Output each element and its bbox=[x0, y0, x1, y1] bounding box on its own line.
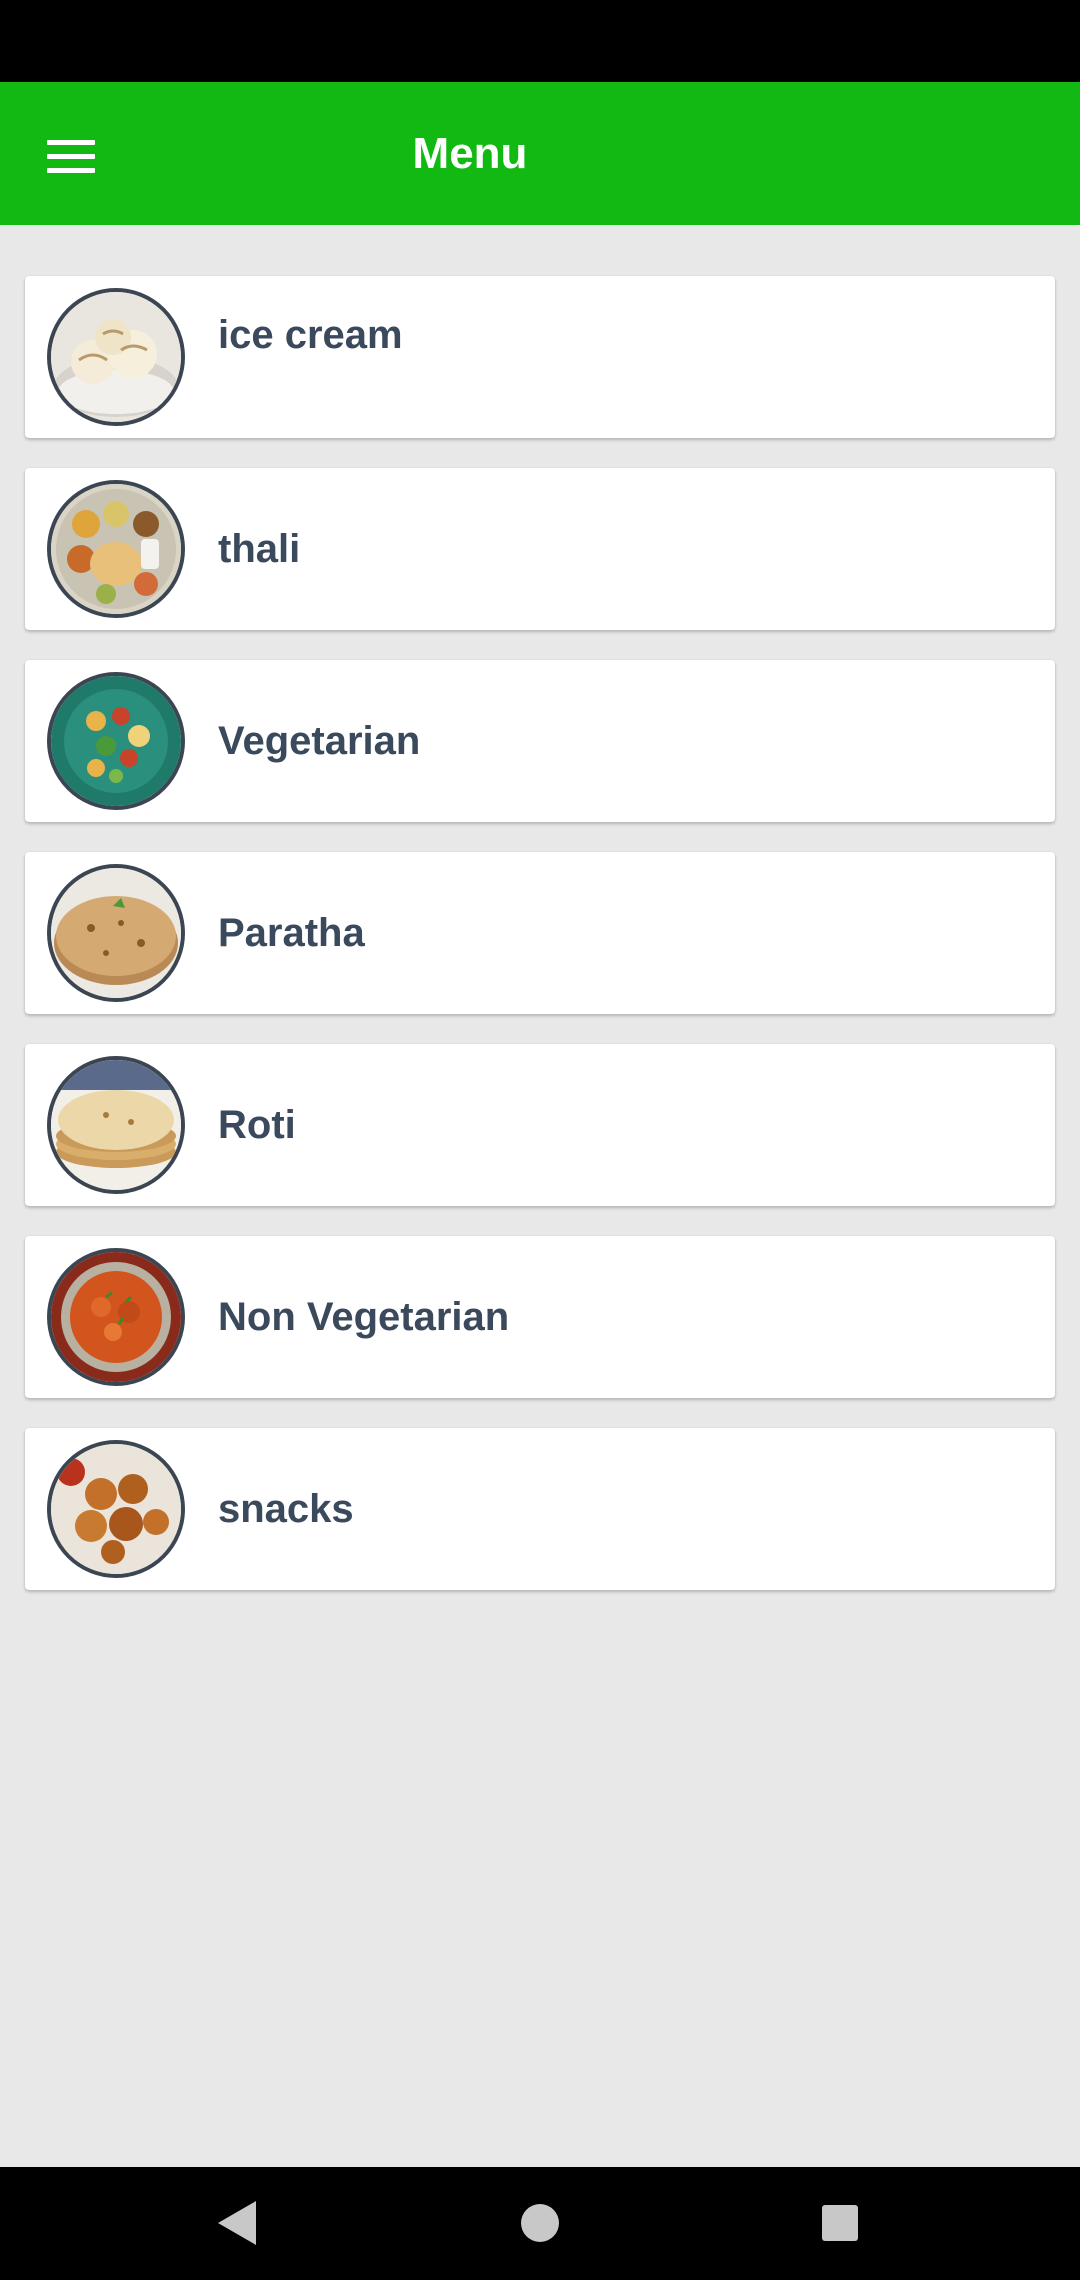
paratha-image bbox=[47, 864, 185, 1002]
menu-item-label: Roti bbox=[218, 1103, 296, 1147]
non-vegetarian-image bbox=[47, 1248, 185, 1386]
back-button[interactable] bbox=[197, 2187, 277, 2259]
ice-cream-image bbox=[47, 288, 185, 426]
menu-item-snacks[interactable]: snacks bbox=[25, 1428, 1055, 1590]
status-bar bbox=[0, 0, 1080, 82]
vegetarian-image bbox=[47, 672, 185, 810]
page-title: Menu bbox=[412, 129, 528, 178]
menu-item-label: Vegetarian bbox=[218, 719, 421, 763]
menu-item-label: thali bbox=[218, 527, 301, 571]
menu-item-paratha[interactable]: Paratha bbox=[25, 852, 1055, 1014]
recents-button[interactable] bbox=[800, 2187, 880, 2259]
menu-item-non-vegetarian[interactable]: Non Vegetarian bbox=[25, 1236, 1055, 1398]
snacks-image bbox=[47, 1440, 185, 1578]
recents-icon bbox=[822, 2205, 858, 2241]
navigation-bar bbox=[0, 2167, 1080, 2280]
menu-item-vegetarian[interactable]: Vegetarian bbox=[25, 660, 1055, 822]
menu-item-label: ice cream bbox=[218, 313, 403, 357]
home-button[interactable] bbox=[500, 2187, 580, 2259]
back-icon bbox=[218, 2201, 256, 2245]
home-icon bbox=[521, 2204, 559, 2242]
menu-item-thali[interactable]: thali bbox=[25, 468, 1055, 630]
menu-item-label: Non Vegetarian bbox=[218, 1295, 510, 1339]
menu-item-label: Paratha bbox=[218, 911, 365, 955]
thali-image bbox=[47, 480, 185, 618]
app-bar: Menu bbox=[0, 82, 1080, 225]
menu-item-label: snacks bbox=[218, 1487, 354, 1531]
menu-item-ice-cream[interactable]: ice cream bbox=[25, 276, 1055, 438]
menu-item-roti[interactable]: Roti bbox=[25, 1044, 1055, 1206]
roti-image bbox=[47, 1056, 185, 1194]
menu-list: ice cream thali Vegetarian Paratha Roti … bbox=[25, 276, 1055, 1620]
